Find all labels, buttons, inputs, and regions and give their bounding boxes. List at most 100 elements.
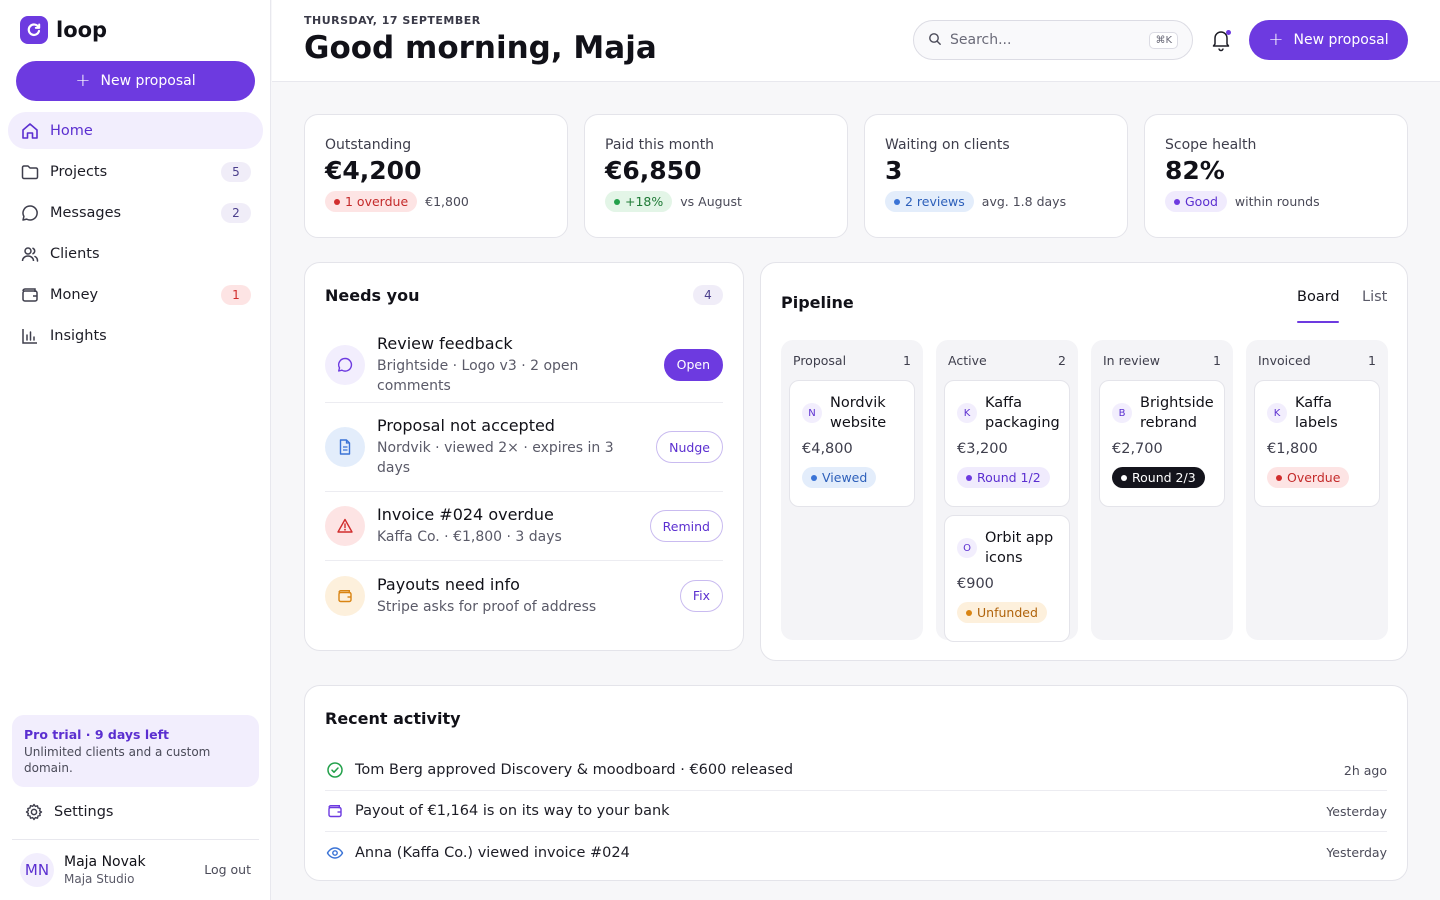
avatar[interactable]: MN	[20, 853, 54, 887]
deal-name: Brightside rebrand	[1140, 395, 1214, 431]
sidebar-item-label: Clients	[50, 245, 100, 262]
settings-label: Settings	[54, 804, 114, 820]
logout-link[interactable]: Log out	[204, 862, 251, 877]
stat-label: Outstanding	[325, 137, 412, 153]
panel-title: Needs you	[325, 285, 420, 305]
task-subtitle: Stripe asks for proof of address	[377, 598, 597, 615]
status-badge: 2 reviews	[885, 191, 974, 212]
task-title: Proposal not accepted	[377, 416, 555, 435]
message-icon	[20, 203, 40, 223]
wallet-icon	[325, 575, 365, 616]
user-info: Maja Novak Maja Studio	[64, 854, 146, 886]
stat-sub: within rounds	[1234, 194, 1320, 209]
stat-value: €6,850	[605, 156, 702, 185]
deal-amount: €900	[957, 576, 994, 592]
status-badge: +18%	[605, 191, 673, 212]
search-input[interactable]: Search... ⌘K	[913, 20, 1193, 60]
chart-icon	[20, 326, 40, 346]
task-title: Invoice #024 overdue	[377, 505, 554, 524]
sidebar-item-messages[interactable]: Messages 2	[8, 194, 263, 231]
sidebar-new-proposal-button[interactable]: + New proposal	[16, 61, 255, 101]
client-initial: O	[957, 538, 977, 558]
pro-trial-banner[interactable]: Pro trial · 9 days left Unlimited client…	[12, 715, 259, 787]
deal-card[interactable]: N Nordvik website €4,800 Viewed	[789, 380, 915, 507]
stat-card-waiting[interactable]: Waiting on clients 3 2 reviews avg. 1.8 …	[864, 114, 1128, 238]
stat-label: Paid this month	[605, 137, 715, 153]
status-badge: Round 2/3	[1112, 467, 1205, 488]
stat-label: Waiting on clients	[885, 137, 1010, 153]
messages-count-badge: 2	[221, 203, 251, 223]
app-logo[interactable]: loop	[20, 16, 107, 44]
tab-list[interactable]: List	[1362, 289, 1387, 305]
home-icon	[20, 121, 40, 141]
nudge-button[interactable]: Nudge	[656, 431, 723, 463]
column-count: 1	[903, 352, 911, 368]
tab-board[interactable]: Board	[1297, 289, 1340, 305]
sidebar: loop + New proposal Home Projects 5 Mess…	[0, 0, 271, 900]
sidebar-item-money[interactable]: Money 1	[8, 276, 263, 313]
wallet-icon	[20, 285, 40, 305]
deal-card[interactable]: K Kaffa labels €1,800 Overdue	[1254, 380, 1380, 507]
check-circle-icon	[325, 760, 345, 780]
new-proposal-label: New proposal	[1293, 32, 1389, 48]
client-initial: K	[957, 403, 977, 423]
stat-label: Scope health	[1165, 137, 1257, 153]
notifications-button[interactable]	[1210, 28, 1232, 52]
panel-title: Pipeline	[781, 293, 854, 312]
sidebar-item-projects[interactable]: Projects 5	[8, 153, 263, 190]
activity-row[interactable]: Payout of €1,164 is on its way to your b…	[325, 791, 1387, 832]
client-initial: N	[802, 403, 822, 423]
list-item[interactable]: Invoice #024 overdue Kaffa Co. · €1,800 …	[325, 492, 723, 561]
sidebar-nav: Home Projects 5 Messages 2 Clients Money…	[8, 112, 263, 358]
trial-title: Pro trial · 9 days left	[24, 727, 170, 742]
remind-button[interactable]: Remind	[649, 510, 723, 542]
list-item[interactable]: Review feedback Brightside · Logo v3 · 2…	[325, 327, 723, 403]
gear-icon	[24, 802, 44, 822]
notification-dot	[1226, 30, 1231, 35]
client-initial: B	[1112, 403, 1132, 423]
deal-amount: €4,800	[802, 441, 853, 457]
comment-icon	[325, 344, 365, 385]
pipeline-column-proposal: Proposal 1 N Nordvik website €4,800 Viewed	[781, 340, 923, 640]
sidebar-item-clients[interactable]: Clients	[8, 235, 263, 272]
stat-sub: €1,800	[425, 194, 469, 209]
list-item[interactable]: Payouts need info Stripe asks for proof …	[325, 561, 723, 630]
open-button[interactable]: Open	[663, 348, 723, 381]
header-new-proposal-button[interactable]: + New proposal	[1249, 20, 1408, 60]
warning-icon	[325, 506, 365, 546]
deal-amount: €2,700	[1112, 441, 1163, 457]
sidebar-item-label: Home	[50, 122, 93, 139]
user-org: Maja Studio	[64, 872, 135, 886]
activity-time: Yesterday	[1326, 845, 1387, 860]
sidebar-item-label: Messages	[50, 204, 122, 221]
pipeline-column-invoiced: Invoiced 1 K Kaffa labels €1,800 Overdue	[1246, 340, 1388, 640]
stat-card-paid[interactable]: Paid this month €6,850 +18% vs August	[584, 114, 848, 238]
sidebar-item-home[interactable]: Home	[8, 112, 263, 149]
list-item[interactable]: Proposal not accepted Nordvik · viewed 2…	[325, 403, 723, 492]
deal-card[interactable]: B Brightside rebrand €2,700 Round 2/3	[1099, 380, 1225, 507]
pipeline-panel: Pipeline Board List Proposal 1 N Nordvik w…	[760, 262, 1408, 661]
panel-title: Recent activity	[325, 708, 461, 728]
eye-icon	[325, 843, 345, 863]
user-profile: MN Maja Novak Maja Studio Log out	[20, 852, 255, 888]
sidebar-item-settings[interactable]: Settings	[24, 802, 113, 822]
top-header: THURSDAY, 17 SEPTEMBER Good morning, Maj…	[272, 0, 1440, 82]
activity-row[interactable]: Anna (Kaffa Co.) viewed invoice #024 Yes…	[325, 832, 1387, 873]
stat-sub: avg. 1.8 days	[981, 194, 1067, 209]
sidebar-item-insights[interactable]: Insights	[8, 317, 263, 354]
deal-name: Orbit app icons	[985, 530, 1054, 566]
status-badge: Round 1/2	[957, 467, 1050, 488]
fix-button[interactable]: Fix	[679, 579, 723, 612]
activity-row[interactable]: Tom Berg approved Discovery & moodboard …	[325, 750, 1387, 791]
stat-card-scope-health[interactable]: Scope health 82% Good within rounds	[1144, 114, 1408, 238]
pipeline-column-in-review: In review 1 B Brightside rebrand €2,700 Ro…	[1091, 340, 1233, 640]
column-title: Active	[948, 352, 987, 368]
document-icon	[325, 427, 365, 467]
stat-card-outstanding[interactable]: Outstanding €4,200 1 overdue €1,800	[304, 114, 568, 238]
deal-card[interactable]: O Orbit app icons €900 Unfunded	[944, 515, 1070, 642]
active-tab-indicator	[1297, 321, 1339, 323]
deal-card[interactable]: K Kaffa packaging €3,200 Round 1/2	[944, 380, 1070, 507]
user-name: Maja Novak	[64, 854, 146, 870]
page-title: Good morning, Maja	[304, 30, 657, 66]
task-title: Review feedback	[377, 333, 513, 353]
